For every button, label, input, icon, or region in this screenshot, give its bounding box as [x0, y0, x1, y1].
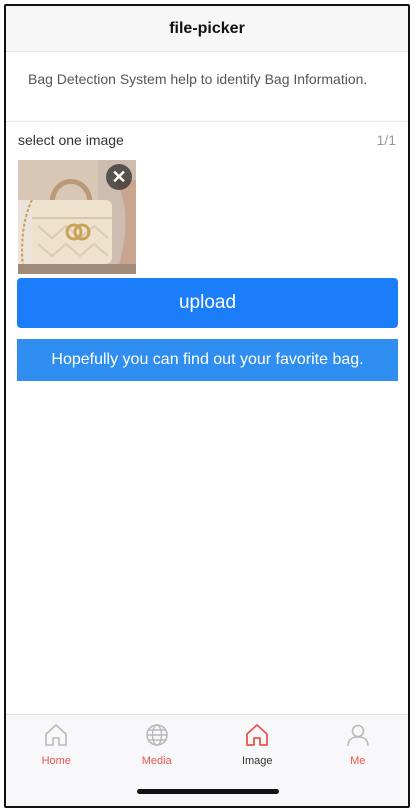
- remove-image-button[interactable]: ✕: [106, 164, 132, 190]
- tab-label-home: Home: [41, 755, 71, 767]
- navigation-bar: file-picker: [6, 6, 408, 52]
- home-indicator[interactable]: [137, 789, 279, 794]
- tab-label-media: Media: [141, 755, 172, 767]
- person-icon: [346, 724, 369, 747]
- description-text: Bag Detection System help to identify Ba…: [6, 54, 408, 122]
- home-icon: [246, 724, 269, 746]
- home-icon: [45, 724, 68, 746]
- upload-button[interactable]: upload: [17, 278, 398, 328]
- phone-frame: file-picker Bag Detection System help to…: [4, 4, 410, 808]
- tab-label-image: Image: [241, 755, 273, 767]
- tab-bar: Home Media Image Me: [6, 714, 408, 806]
- picker-count: 1/1: [376, 132, 396, 148]
- tab-image[interactable]: Image: [207, 721, 308, 775]
- notice-banner: Hopefully you can find out your favorite…: [17, 339, 398, 381]
- picker-label: select one image: [18, 132, 124, 148]
- selected-image-thumbnail[interactable]: ✕: [18, 160, 136, 274]
- tab-label-me: Me: [350, 755, 366, 767]
- page-title: file-picker: [169, 19, 245, 37]
- file-picker-header: select one image 1/1: [6, 126, 408, 154]
- tab-home[interactable]: Home: [6, 721, 107, 775]
- globe-icon: [145, 724, 168, 746]
- tab-me[interactable]: Me: [308, 721, 409, 775]
- tab-media[interactable]: Media: [107, 721, 208, 775]
